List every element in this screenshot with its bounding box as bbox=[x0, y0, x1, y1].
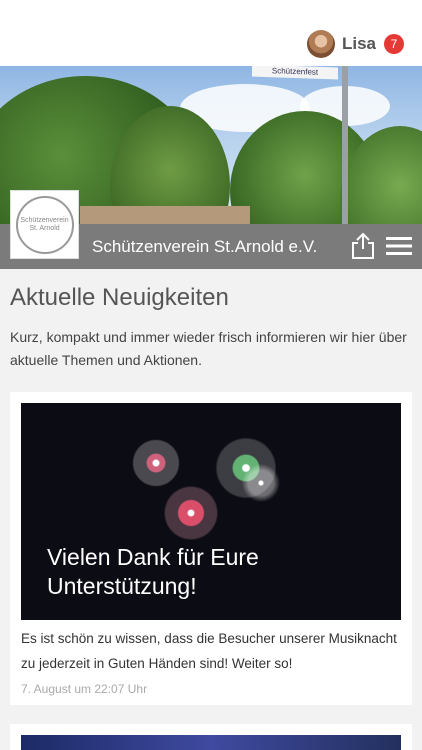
flag-pole bbox=[342, 66, 348, 224]
club-logo-seal: Schützenverein St. Arnold bbox=[15, 195, 74, 254]
club-logo[interactable]: Schützenverein St. Arnold bbox=[10, 190, 79, 259]
firework-spark bbox=[151, 473, 231, 553]
news-card[interactable] bbox=[10, 724, 412, 750]
user-menu[interactable]: Lisa 7 bbox=[306, 29, 404, 59]
user-avatar[interactable] bbox=[306, 30, 335, 58]
news-card-image[interactable]: Vielen Dank für Eure Unterstützung! bbox=[21, 403, 401, 620]
hamburger-menu-icon[interactable] bbox=[386, 235, 412, 257]
flag: Schützenfest bbox=[252, 66, 338, 80]
club-name: Schützenverein St.Arnold e.V. bbox=[92, 237, 318, 256]
news-card[interactable]: Vielen Dank für Eure Unterstützung! Es i… bbox=[10, 392, 412, 705]
news-card-title[interactable]: Vielen Dank für Eure Unterstützung! bbox=[47, 543, 347, 601]
building-roof bbox=[80, 206, 250, 224]
news-card-date: 7. August um 22:07 Uhr bbox=[21, 682, 148, 696]
top-bar: Lisa 7 bbox=[0, 0, 422, 66]
share-icon[interactable] bbox=[350, 232, 376, 260]
news-card-image[interactable] bbox=[21, 735, 401, 750]
user-name[interactable]: Lisa bbox=[342, 34, 376, 54]
page-title: Aktuelle Neuigkeiten bbox=[10, 284, 229, 311]
notification-badge[interactable]: 7 bbox=[384, 34, 404, 54]
firework-spark bbox=[231, 453, 291, 513]
news-card-text: Es ist schön zu wissen, dass die Besuche… bbox=[21, 631, 397, 671]
news-intro: Kurz, kompakt und immer wieder frisch in… bbox=[10, 329, 407, 368]
